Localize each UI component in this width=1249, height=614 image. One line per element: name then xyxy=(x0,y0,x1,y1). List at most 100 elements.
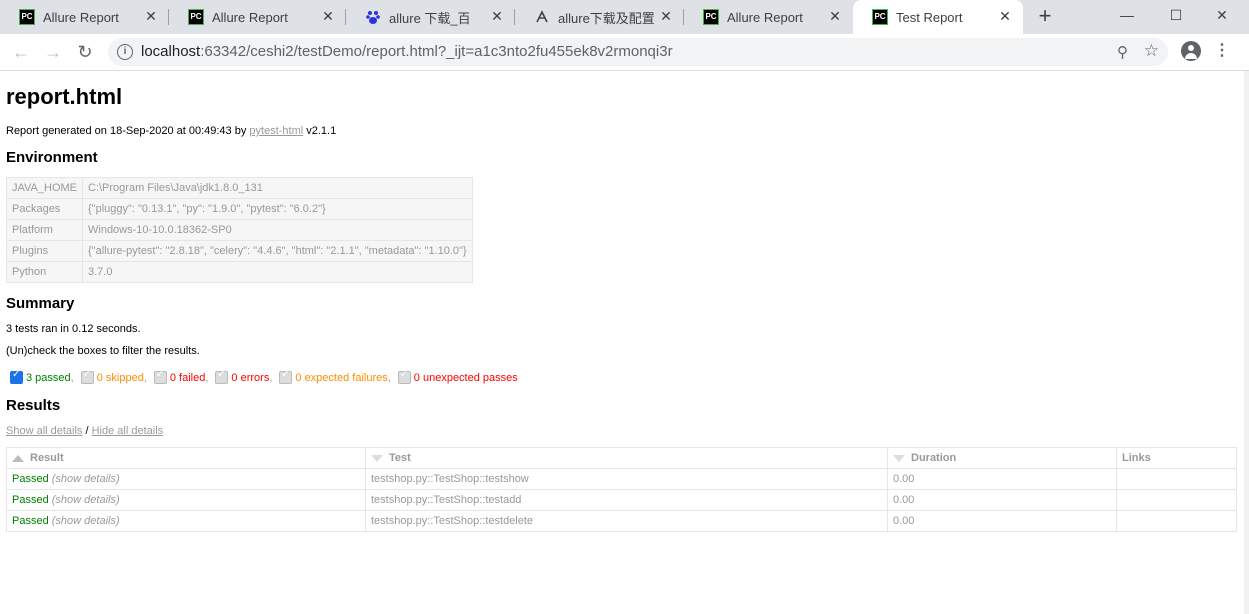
browser-toolbar: ← → ↻ i localhost:63342/ceshi2/testDemo/… xyxy=(0,34,1249,71)
sort-asc-icon xyxy=(12,454,24,462)
environment-key: Plugins xyxy=(6,240,83,262)
show-details-toggle[interactable]: (show details) xyxy=(52,515,120,527)
result-status: Passed xyxy=(12,515,49,527)
filter-checkbox[interactable] xyxy=(153,369,167,384)
sort-desc-icon xyxy=(893,454,905,462)
results-table: Result Test Duration Links Passed (show … xyxy=(6,447,1237,532)
minimize-button[interactable]: — xyxy=(1104,0,1150,30)
environment-table: JAVA_HOME C:\Program Files\Java\jdk1.8.0_… xyxy=(6,177,473,283)
result-cell: Passed (show details) xyxy=(6,489,366,511)
tab-allure-report-2[interactable]: PC Allure Report ✕ xyxy=(169,0,346,34)
environment-row: Packages {"pluggy": "0.13.1", "py": "1.9.… xyxy=(6,198,473,220)
close-icon[interactable]: ✕ xyxy=(827,8,843,24)
filter-checkbox[interactable] xyxy=(397,369,411,384)
environment-row: Plugins {"allure-pytest": "2.8.18", "cele… xyxy=(6,240,473,262)
scrollbar[interactable] xyxy=(1244,71,1249,614)
profile-avatar-icon[interactable] xyxy=(1181,41,1201,61)
filter-label: 0 skipped xyxy=(96,371,144,384)
environment-key: Python xyxy=(6,261,83,283)
info-icon[interactable]: i xyxy=(117,44,133,60)
test-name-cell: testshop.py::TestShop::testadd xyxy=(365,489,888,511)
forward-button[interactable]: → xyxy=(41,40,65,64)
pycharm-icon: PC xyxy=(19,9,35,25)
sort-desc-icon xyxy=(371,454,383,462)
tab-title: Test Report xyxy=(896,9,963,25)
url-path: :63342/ceshi2/testDemo/report.html?_ijt=… xyxy=(200,43,673,60)
url-text[interactable]: localhost:63342/ceshi2/testDemo/report.h… xyxy=(141,43,673,60)
summary-heading: Summary xyxy=(6,295,75,312)
tab-title: Allure Report xyxy=(43,9,119,25)
test-name-cell: testshop.py::TestShop::testshow xyxy=(365,468,888,490)
filter-checkbox[interactable] xyxy=(80,369,94,384)
url-host: localhost xyxy=(141,43,201,60)
filter-separator: , xyxy=(205,371,209,384)
reload-button[interactable]: ↻ xyxy=(73,40,97,64)
column-header-links[interactable]: Links xyxy=(1116,447,1237,469)
close-icon[interactable]: ✕ xyxy=(489,8,505,24)
results-heading: Results xyxy=(6,397,61,414)
table-row[interactable]: Passed (show details) testshop.py::TestSh… xyxy=(6,468,1237,490)
filter-label: 0 errors xyxy=(231,371,270,384)
close-icon[interactable]: ✕ xyxy=(997,8,1013,24)
tab-allure-report-3[interactable]: PC Allure Report ✕ xyxy=(684,0,853,34)
filter-label: 0 unexpected passes xyxy=(413,371,518,384)
environment-key: JAVA_HOME xyxy=(6,177,83,199)
tab-allure-report-1[interactable]: PC Allure Report ✕ xyxy=(0,0,169,34)
filter-checkbox[interactable] xyxy=(279,369,293,384)
filter-separator: , xyxy=(143,371,147,384)
links-cell xyxy=(1116,489,1237,511)
close-icon[interactable]: ✕ xyxy=(658,8,674,24)
generated-prefix: Report generated on 18-Sep-2020 at 00:49… xyxy=(6,125,250,137)
filter-item: 0 failed, xyxy=(153,369,209,384)
column-label: Result xyxy=(30,452,64,464)
tab-baidu-search[interactable]: allure 下载_百度搜索 ✕ xyxy=(346,0,515,34)
hide-all-details-link[interactable]: Hide all details xyxy=(92,425,164,437)
filter-checkbox[interactable] xyxy=(10,369,23,384)
show-all-details-link[interactable]: Show all details xyxy=(6,425,82,437)
browser-menu-icon[interactable]: ⋮ xyxy=(1214,42,1230,60)
column-label: Test xyxy=(389,452,411,464)
address-bar[interactable]: i localhost:63342/ceshi2/testDemo/report… xyxy=(108,38,1168,66)
tab-allure-download-config[interactable]: allure下载及配置 - ✕ xyxy=(515,0,684,34)
tab-title: allure 下载_百度搜索 xyxy=(389,10,469,26)
tab-title: Allure Report xyxy=(727,9,803,25)
new-tab-button[interactable]: + xyxy=(1034,5,1056,27)
duration-cell: 0.00 xyxy=(887,468,1117,490)
filter-checkbox[interactable] xyxy=(215,369,229,384)
bookmark-star-icon[interactable]: ☆ xyxy=(1144,41,1159,61)
environment-value: {"allure-pytest": "2.8.18", "celery": "4… xyxy=(82,240,473,262)
pytest-html-link[interactable]: pytest-html xyxy=(249,125,303,137)
table-row[interactable]: Passed (show details) testshop.py::TestSh… xyxy=(6,510,1237,532)
environment-row: JAVA_HOME C:\Program Files\Java\jdk1.8.0_… xyxy=(6,177,473,199)
pycharm-icon: PC xyxy=(188,9,204,25)
result-cell: Passed (show details) xyxy=(6,468,366,490)
filter-item: 0 expected failures, xyxy=(279,369,391,384)
close-icon[interactable]: ✕ xyxy=(320,8,336,24)
environment-value: {"pluggy": "0.13.1", "py": "1.9.0", "pyt… xyxy=(82,198,473,220)
table-row[interactable]: Passed (show details) testshop.py::TestSh… xyxy=(6,489,1237,511)
back-button[interactable]: ← xyxy=(9,40,33,64)
column-header-result[interactable]: Result xyxy=(6,447,366,469)
duration-cell: 0.00 xyxy=(887,489,1117,511)
pycharm-icon: PC xyxy=(872,9,888,25)
show-details-toggle[interactable]: (show details) xyxy=(52,473,120,485)
column-header-test[interactable]: Test xyxy=(365,447,888,469)
generated-version: v2.1.1 xyxy=(303,125,337,137)
window-close-button[interactable]: ✕ xyxy=(1200,0,1244,30)
pycharm-icon: PC xyxy=(703,9,719,25)
environment-value: Windows-10-10.0.18362-SP0 xyxy=(82,219,473,241)
zoom-icon[interactable]: ⚲ xyxy=(1117,43,1128,61)
column-header-duration[interactable]: Duration xyxy=(887,447,1117,469)
tab-title: Allure Report xyxy=(212,9,288,25)
links-cell xyxy=(1116,468,1237,490)
filter-checkboxes: 3 passed,0 skipped,0 failed,0 errors,0 e… xyxy=(10,369,525,384)
environment-key: Platform xyxy=(6,219,83,241)
page-title: report.html xyxy=(6,84,123,109)
show-details-toggle[interactable]: (show details) xyxy=(52,494,120,506)
test-name-cell: testshop.py::TestShop::testdelete xyxy=(365,510,888,532)
maximize-button[interactable]: ☐ xyxy=(1153,0,1199,30)
environment-heading: Environment xyxy=(6,149,98,166)
baidu-paw-icon xyxy=(365,9,381,25)
tab-test-report[interactable]: PC Test Report ✕ xyxy=(853,0,1023,34)
close-icon[interactable]: ✕ xyxy=(143,8,159,24)
